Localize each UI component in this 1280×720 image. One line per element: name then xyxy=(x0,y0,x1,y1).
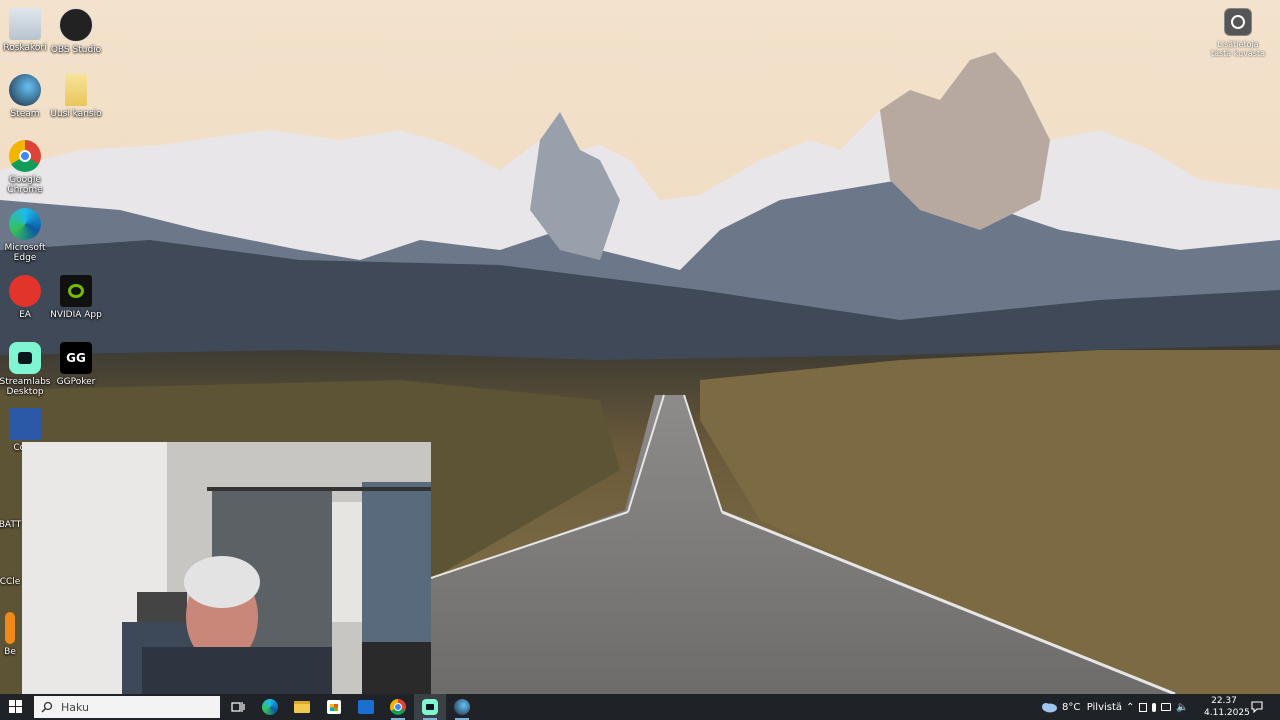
search-input[interactable]: Haku xyxy=(34,696,220,718)
desktop-icon-nvidia-app[interactable]: NVIDIA App xyxy=(46,275,106,320)
taskbar-streamlabs-button[interactable] xyxy=(414,694,446,720)
desktop-icon-ggpoker[interactable]: GG GGPoker xyxy=(46,342,106,387)
taskbar-outlook-button[interactable] xyxy=(350,694,382,720)
taskbar: Haku 8°C Pilvistä ⌃ 🔈 22.37 4.11.2025 xyxy=(0,694,1280,720)
desktop-icon-label: Microsoft Edge xyxy=(4,243,46,263)
steam-icon xyxy=(454,699,470,715)
widget-label: Lisätietoja tästä kuvasta xyxy=(1210,40,1266,58)
clock[interactable]: 22.37 4.11.2025 xyxy=(1204,695,1250,719)
task-view-icon xyxy=(231,702,245,712)
folder-icon xyxy=(294,701,310,713)
desktop-icon-label: Uusi kansio xyxy=(50,109,102,119)
chrome-icon xyxy=(9,140,41,172)
taskbar-edge-button[interactable] xyxy=(254,694,286,720)
steam-icon xyxy=(9,74,41,106)
desktop-icon-label: GGPoker xyxy=(56,377,96,387)
desktop-icon-google-chrome[interactable]: Google Chrome xyxy=(0,140,55,195)
ea-icon xyxy=(9,275,41,307)
cloud-icon xyxy=(1042,703,1057,713)
desktop-icon-label: NVIDIA App xyxy=(50,310,102,320)
clock-time: 22.37 xyxy=(1211,696,1237,706)
network-icon[interactable] xyxy=(1161,703,1172,711)
edge-icon xyxy=(262,699,278,715)
notification-icon xyxy=(1251,701,1263,713)
desktop-icon-label: OBS Studio xyxy=(50,45,102,55)
start-button[interactable] xyxy=(0,694,32,720)
about-picture-widget[interactable]: Lisätietoja tästä kuvasta xyxy=(1208,8,1268,58)
folder-icon xyxy=(65,74,87,106)
taskbar-file-explorer-button[interactable] xyxy=(286,694,318,720)
windows-logo-icon xyxy=(9,700,22,713)
clock-date: 4.11.2025 xyxy=(1204,708,1250,718)
network-adapter-icon[interactable] xyxy=(1139,702,1148,712)
desktop-icon-microsoft-edge[interactable]: Microsoft Edge xyxy=(0,208,55,263)
taskbar-chrome-button[interactable] xyxy=(382,694,414,720)
search-placeholder: Haku xyxy=(61,700,90,714)
obs-icon xyxy=(59,8,93,42)
taskbar-steam-button[interactable] xyxy=(446,694,478,720)
store-icon xyxy=(327,700,341,714)
task-view-button[interactable] xyxy=(222,694,254,720)
desktop-icon-label: Google Chrome xyxy=(7,175,43,195)
ggpoker-icon: GG xyxy=(60,342,92,374)
taskbar-store-button[interactable] xyxy=(318,694,350,720)
desktop-icon-obs-studio[interactable]: OBS Studio xyxy=(46,8,106,55)
webcam-overlay xyxy=(22,442,431,694)
microphone-icon[interactable] xyxy=(1152,702,1157,712)
chevron-up-icon[interactable]: ⌃ xyxy=(1126,702,1134,713)
webcam-feed xyxy=(22,442,431,694)
streamlabs-icon xyxy=(422,699,438,715)
chrome-icon xyxy=(390,699,406,715)
counter-strike-icon xyxy=(9,408,41,440)
system-tray: ⌃ 🔈 xyxy=(1126,694,1189,720)
recycle-bin-icon xyxy=(9,8,41,40)
camera-icon xyxy=(1224,8,1252,36)
nvidia-icon xyxy=(60,275,92,307)
streamlabs-icon xyxy=(9,342,41,374)
orange-app-icon xyxy=(5,612,15,644)
notification-button[interactable] xyxy=(1251,694,1263,720)
edge-icon xyxy=(9,208,41,240)
weather-widget[interactable]: 8°C Pilvistä xyxy=(1040,694,1122,720)
mail-icon xyxy=(358,700,374,714)
search-icon xyxy=(41,701,53,713)
desktop-icon-new-folder[interactable]: Uusi kansio xyxy=(46,74,106,119)
weather-text: 8°C Pilvistä xyxy=(1062,701,1123,713)
speaker-icon[interactable]: 🔈 xyxy=(1176,702,1188,713)
